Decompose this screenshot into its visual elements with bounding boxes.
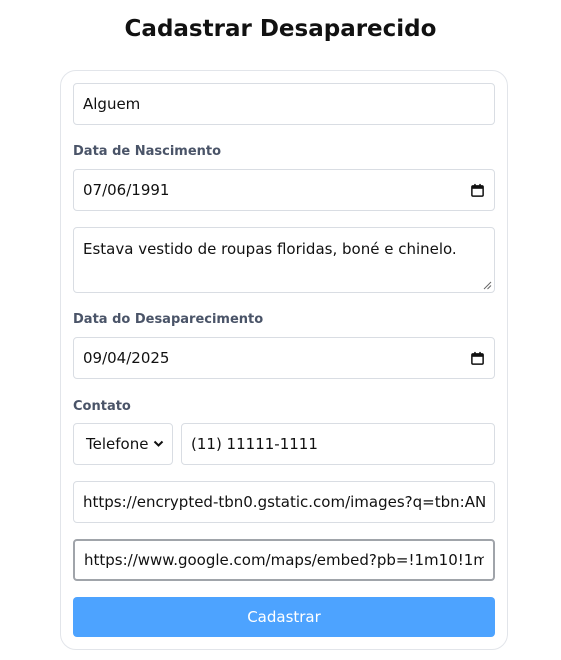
description-textarea[interactable]: Estava vestido de roupas floridas, boné … bbox=[73, 227, 495, 293]
contact-value: (11) 11111-1111 bbox=[191, 435, 318, 453]
birth-date-value: 07/06/1991 bbox=[83, 181, 170, 199]
description-value: Estava vestido de roupas floridas, boné … bbox=[83, 240, 457, 258]
contact-value-input[interactable]: (11) 11111-1111 bbox=[181, 423, 495, 465]
name-input-value: Alguem bbox=[83, 95, 141, 113]
image-url-value: https://encrypted-tbn0.gstatic.com/image… bbox=[83, 493, 485, 511]
birth-date-label: Data de Nascimento bbox=[73, 144, 222, 159]
page-title: Cadastrar Desaparecido bbox=[124, 16, 437, 42]
calendar-icon[interactable] bbox=[470, 183, 485, 198]
birth-date-input[interactable]: 07/06/1991 bbox=[73, 169, 495, 211]
name-input[interactable]: Alguem bbox=[73, 83, 495, 125]
contact-label: Contato bbox=[73, 399, 131, 414]
map-url-input[interactable]: https://www.google.com/maps/embed?pb=!1m… bbox=[73, 539, 495, 581]
image-url-input[interactable]: https://encrypted-tbn0.gstatic.com/image… bbox=[73, 481, 495, 523]
disappearance-date-input[interactable]: 09/04/2025 bbox=[73, 337, 495, 379]
register-form: Alguem Data de Nascimento 07/06/1991 Est… bbox=[60, 70, 508, 650]
calendar-icon[interactable] bbox=[470, 351, 485, 366]
chevron-down-icon bbox=[153, 440, 164, 447]
resize-grip-icon[interactable] bbox=[483, 281, 492, 290]
disappearance-date-label: Data do Desaparecimento bbox=[73, 312, 264, 327]
disappearance-date-value: 09/04/2025 bbox=[83, 349, 170, 367]
submit-button[interactable]: Cadastrar bbox=[73, 597, 495, 637]
contact-type-selected: Telefone bbox=[86, 435, 149, 453]
map-url-value: https://www.google.com/maps/embed?pb=!1m… bbox=[84, 551, 484, 569]
contact-type-select[interactable]: Telefone bbox=[73, 423, 173, 465]
register-missing-page: Cadastrar Desaparecido Alguem Data de Na… bbox=[0, 0, 561, 660]
